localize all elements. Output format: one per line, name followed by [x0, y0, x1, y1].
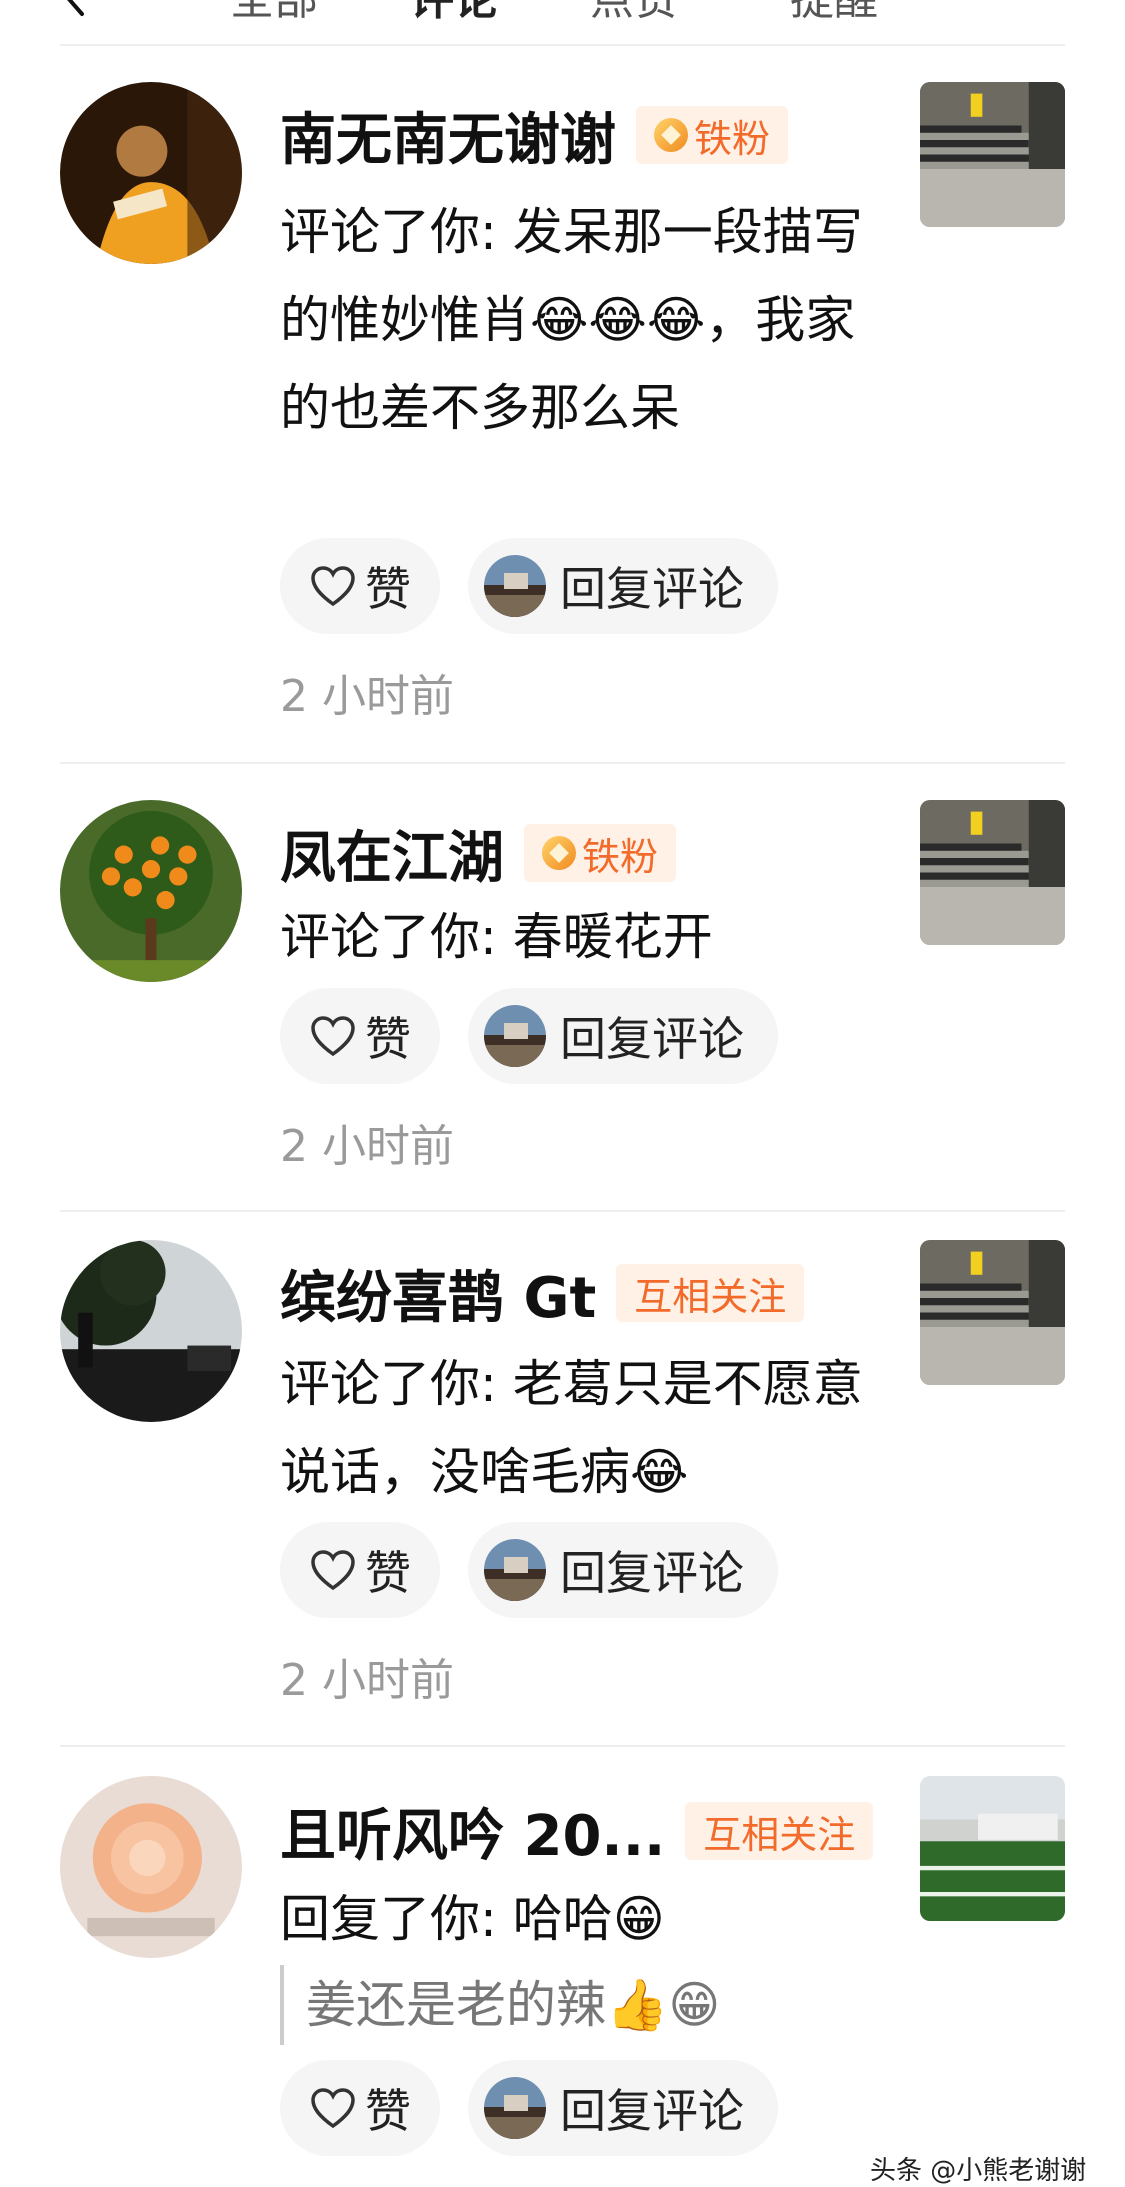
like-label: 赞 — [365, 562, 411, 616]
comment-text: 评论了你: 老葛只是不愿意说话，没啥毛病😂 — [280, 1355, 863, 1501]
quoted-comment: 姜还是老的辣👍😁 — [280, 1965, 896, 2045]
fan-badge: 铁粉 — [524, 824, 677, 882]
reply-button[interactable]: 回复评论 — [468, 2060, 778, 2156]
watermark: 头条 @小熊老谢谢 — [870, 2156, 1087, 2186]
avatar[interactable] — [60, 800, 242, 982]
post-thumbnail[interactable] — [920, 1776, 1065, 1921]
comment-text: 评论了你: 春暖花开 — [280, 908, 713, 966]
post-thumbnail[interactable] — [920, 82, 1065, 227]
heart-icon — [311, 1016, 355, 1057]
name-row: 且听风吟 20... 互相关注 — [280, 1796, 874, 1869]
heart-icon — [311, 2088, 355, 2129]
header-divider — [60, 44, 1065, 46]
comment-text: 评论了你: 发呆那一段描写的惟妙惟肖😂😂😂，我家的也差不多那么呆 — [280, 203, 863, 437]
username[interactable]: 缤纷喜鹊 Gt — [280, 1253, 596, 1334]
my-avatar — [484, 555, 546, 617]
badge-icon — [654, 118, 688, 152]
like-label: 赞 — [365, 1546, 411, 1600]
like-button[interactable]: 赞 — [280, 1522, 440, 1618]
reply-button[interactable]: 回复评论 — [468, 988, 778, 1084]
timestamp: 2 小时前 — [280, 671, 454, 722]
tab-likes[interactable]: 点赞 — [590, 0, 678, 30]
my-avatar — [484, 1539, 546, 1601]
username[interactable]: 凤在江湖 — [280, 813, 504, 894]
post-thumbnail[interactable] — [920, 800, 1065, 945]
timestamp: 2 小时前 — [280, 1655, 454, 1706]
timestamp: 2 小时前 — [280, 1121, 454, 1172]
like-button[interactable]: 赞 — [280, 988, 440, 1084]
badge-label: 铁粉 — [582, 834, 659, 879]
reply-label: 回复评论 — [560, 1546, 744, 1600]
post-thumbnail[interactable] — [920, 1240, 1065, 1385]
reply-label: 回复评论 — [560, 562, 744, 616]
reply-button[interactable]: 回复评论 — [468, 1522, 778, 1618]
my-avatar — [484, 2077, 546, 2139]
like-label: 赞 — [365, 1012, 411, 1066]
badge-label: 铁粉 — [694, 116, 771, 161]
tab-all[interactable]: 全部 — [230, 0, 318, 30]
top-navigation: 全部 评论 点赞 提醒 — [0, 0, 1125, 44]
mutual-follow-badge: 互相关注 — [685, 1802, 874, 1860]
avatar[interactable] — [60, 1240, 242, 1422]
reply-label: 回复评论 — [560, 2084, 744, 2138]
my-avatar — [484, 1005, 546, 1067]
mutual-follow-badge: 互相关注 — [616, 1264, 805, 1322]
comment-text: 回复了你: 哈哈😁 — [280, 1890, 665, 1948]
name-row: 凤在江湖 铁粉 — [280, 818, 677, 891]
back-arrow-icon[interactable] — [56, 0, 96, 18]
fan-badge: 铁粉 — [636, 106, 789, 164]
reply-button[interactable]: 回复评论 — [468, 538, 778, 634]
name-row: 缤纷喜鹊 Gt 互相关注 — [280, 1258, 805, 1331]
like-button[interactable]: 赞 — [280, 2060, 440, 2156]
badge-icon — [542, 836, 576, 870]
reply-label: 回复评论 — [560, 1012, 744, 1066]
item-divider — [60, 1210, 1065, 1212]
heart-icon — [311, 1550, 355, 1591]
item-divider — [60, 1745, 1065, 1747]
badge-label: 互相关注 — [703, 1812, 856, 1857]
tab-mentions[interactable]: 提醒 — [790, 0, 878, 30]
name-row: 南无南无谢谢 铁粉 — [280, 100, 789, 173]
avatar[interactable] — [60, 1776, 242, 1958]
username[interactable]: 且听风吟 20... — [280, 1791, 665, 1872]
avatar[interactable] — [60, 82, 242, 264]
heart-icon — [311, 566, 355, 607]
item-divider — [60, 762, 1065, 764]
username[interactable]: 南无南无谢谢 — [280, 95, 616, 176]
like-button[interactable]: 赞 — [280, 538, 440, 634]
like-label: 赞 — [365, 2084, 411, 2138]
badge-label: 互相关注 — [634, 1274, 787, 1319]
tab-comments[interactable]: 评论 — [410, 0, 498, 30]
